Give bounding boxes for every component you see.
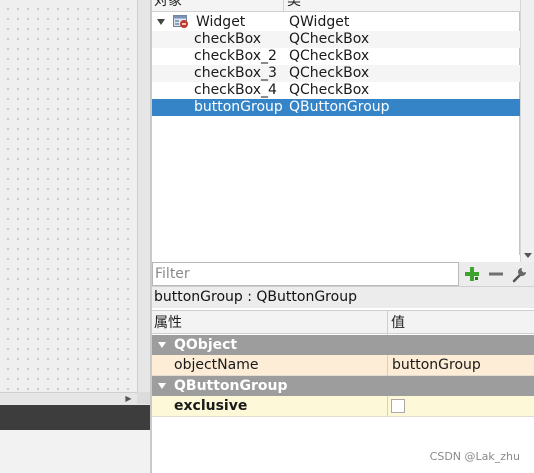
tree-row-checkbox[interactable]: checkBox QCheckBox xyxy=(152,31,520,48)
property-name: objectName xyxy=(174,357,259,373)
property-value-objectname[interactable]: buttonGroup xyxy=(392,355,481,376)
tree-item-class: QWidget xyxy=(289,14,350,30)
selected-object-label: buttonGroup : QButtonGroup xyxy=(152,286,534,308)
tree-row-checkbox-4[interactable]: checkBox_4 QCheckBox xyxy=(152,82,520,99)
expand-arrow-icon[interactable] xyxy=(157,19,165,25)
column-class-header[interactable]: 类 xyxy=(287,0,301,10)
tree-item-class: QCheckBox xyxy=(289,82,370,98)
form-canvas[interactable] xyxy=(0,0,137,392)
property-row-objectname[interactable]: objectName buttonGroup xyxy=(152,355,534,376)
group-label: QButtonGroup xyxy=(174,378,288,394)
plus-icon[interactable] xyxy=(462,264,482,284)
tree-item-name: checkBox_2 xyxy=(194,48,277,64)
collapse-arrow-icon[interactable] xyxy=(158,342,166,348)
column-property-header[interactable]: 属性 xyxy=(154,313,182,333)
scroll-down-icon[interactable] xyxy=(524,253,532,258)
tree-item-name: checkBox_4 xyxy=(194,82,277,98)
tree-item-class: QCheckBox xyxy=(289,48,370,64)
tree-item-name: checkBox xyxy=(194,31,262,47)
inspector-header: 对象 类 xyxy=(152,0,520,12)
group-qbuttongroup[interactable]: QButtonGroup xyxy=(152,376,534,396)
property-header: 属性 值 xyxy=(152,310,534,335)
wrench-icon[interactable] xyxy=(510,264,530,284)
canvas-vertical-scrollbar[interactable] xyxy=(137,0,150,392)
bottom-panel xyxy=(0,430,150,473)
minus-icon[interactable] xyxy=(486,264,506,284)
group-qobject[interactable]: QObject xyxy=(152,335,534,355)
tree-row-buttongroup[interactable]: buttonGroup QButtonGroup xyxy=(152,99,520,116)
exclusive-checkbox[interactable] xyxy=(391,399,405,413)
property-row-exclusive[interactable]: exclusive xyxy=(152,396,534,417)
scroll-right-icon[interactable]: ▶ xyxy=(122,393,135,405)
tree-item-class: QCheckBox xyxy=(289,65,370,81)
filter-input[interactable] xyxy=(152,262,459,286)
tree-item-name: buttonGroup xyxy=(194,99,283,115)
group-label: QObject xyxy=(174,337,238,353)
tree-item-class: QCheckBox xyxy=(289,31,370,47)
tree-row-checkbox-2[interactable]: checkBox_2 QCheckBox xyxy=(152,48,520,65)
inspector-vertical-scrollbar[interactable] xyxy=(520,0,534,262)
column-object-header[interactable]: 对象 xyxy=(154,0,182,10)
collapse-arrow-icon[interactable] xyxy=(158,383,166,389)
canvas-horizontal-scrollbar[interactable]: ▶ xyxy=(0,392,150,405)
scroll-corner xyxy=(137,392,150,404)
tab-bar xyxy=(0,405,150,430)
tree-item-name: checkBox_3 xyxy=(194,65,277,81)
tree-row-widget[interactable]: Widget QWidget xyxy=(152,14,520,31)
tree-row-checkbox-3[interactable]: checkBox_3 QCheckBox xyxy=(152,65,520,82)
tree-item-class: QButtonGroup xyxy=(289,99,390,115)
property-name: exclusive xyxy=(174,398,248,414)
watermark: CSDN @Lak_zhu xyxy=(429,450,520,463)
widget-icon xyxy=(173,15,188,28)
property-editor-empty-area xyxy=(152,418,534,473)
object-inspector: 对象 类 Widget QWidget checkBox QCheckBox c… xyxy=(152,0,520,255)
column-value-header[interactable]: 值 xyxy=(391,313,405,333)
filter-toolbar xyxy=(152,262,534,286)
tree-item-name: Widget xyxy=(196,14,246,30)
